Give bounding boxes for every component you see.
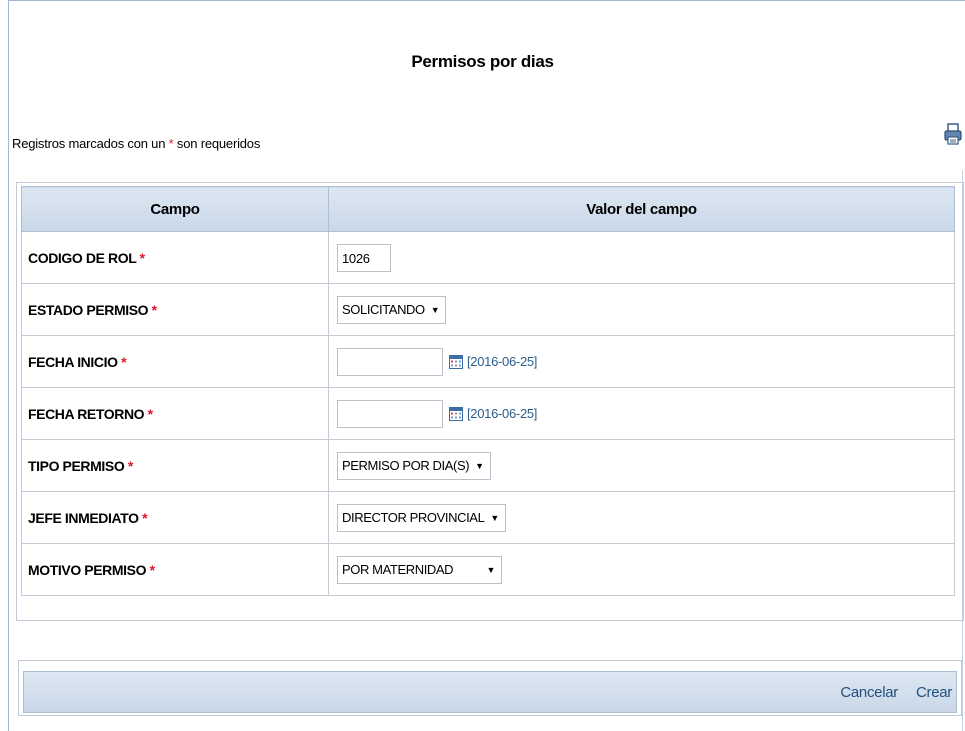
fecha-retorno-input[interactable] [337,399,443,428]
chevron-down-icon: ▼ [430,304,440,315]
create-button[interactable]: Crear [916,684,952,701]
tipo-permiso-label: TIPO PERMISO [28,457,125,474]
required-note-suffix: son requeridos [173,136,261,151]
codigo-de-rol-label-cell: CODIGO DE ROL * [21,231,329,284]
tipo-permiso-value-cell: PERMISO POR DIA(S) ▼ [328,439,955,492]
required-mark: * [139,249,145,266]
cancel-button[interactable]: Cancelar [840,684,898,701]
chevron-down-icon: ▼ [486,564,495,575]
footer-bar: Cancelar Crear [18,660,962,716]
chevron-down-icon: ▼ [490,512,499,523]
table-row: CODIGO DE ROL * 1026 [21,231,955,284]
column-header-campo: Campo [21,186,329,232]
fecha-inicio-value-cell: [2016-06-25] [328,335,955,388]
printer-icon[interactable] [944,122,962,146]
table-row: FECHA INICIO * [2016-06-25] [21,335,955,388]
jefe-inmediato-selected-value: DIRECTOR PROVINCIAL [342,510,485,525]
required-mark: * [142,509,148,526]
estado-permiso-label: ESTADO PERMISO [28,301,149,318]
jefe-inmediato-select[interactable]: DIRECTOR PROVINCIAL ▼ [337,503,506,532]
motivo-permiso-selected-value: POR MATERNIDAD [342,562,454,577]
page-title: Permisos por dias [411,52,554,71]
fecha-inicio-label-cell: FECHA INICIO * [21,335,329,388]
tipo-permiso-select[interactable]: PERMISO POR DIA(S) ▼ [337,451,491,480]
fecha-retorno-label-cell: FECHA RETORNO * [21,387,329,440]
fecha-inicio-label: FECHA INICIO [28,353,118,370]
jefe-inmediato-label-cell: JEFE INMEDIATO * [21,491,329,544]
required-mark: * [121,353,127,370]
form-grid: Campo Valor del campo CODIGO DE ROL * 102… [21,186,955,596]
table-row: JEFE INMEDIATO * DIRECTOR PROVINCIAL ▼ [21,491,955,544]
required-mark: * [151,301,157,318]
required-note: Registros marcados con un * son requerid… [12,136,260,151]
estado-permiso-value-cell: SOLICITANDO ▼ [328,283,955,336]
fecha-retorno-value-cell: [2016-06-25] [328,387,955,440]
codigo-de-rol-label: CODIGO DE ROL [28,249,137,266]
motivo-permiso-label: MOTIVO PERMISO [28,561,147,578]
fecha-retorno-date-hint: [2016-06-25] [467,406,538,421]
fecha-retorno-label: FECHA RETORNO [28,405,145,422]
required-mark: * [149,561,155,578]
grid-header-row: Campo Valor del campo [21,186,955,232]
required-mark: * [127,457,133,474]
jefe-inmediato-value-cell: DIRECTOR PROVINCIAL ▼ [328,491,955,544]
required-mark: * [147,405,153,422]
required-note-prefix: Registros marcados con un [12,136,169,151]
table-row: MOTIVO PERMISO * POR MATERNIDAD ▼ [21,543,955,596]
jefe-inmediato-label: JEFE INMEDIATO [28,509,139,526]
action-bar: Cancelar Crear [23,671,957,713]
form-grid-container: Campo Valor del campo CODIGO DE ROL * 102… [16,182,964,621]
calendar-icon[interactable] [449,354,463,369]
table-row: TIPO PERMISO * PERMISO POR DIA(S) ▼ [21,439,955,492]
motivo-permiso-label-cell: MOTIVO PERMISO * [21,543,329,596]
frame-left-border [8,0,9,731]
column-header-valor: Valor del campo [328,186,955,232]
estado-permiso-label-cell: ESTADO PERMISO * [21,283,329,336]
frame-top-border [8,0,965,1]
codigo-de-rol-input[interactable]: 1026 [337,243,391,272]
motivo-permiso-value-cell: POR MATERNIDAD ▼ [328,543,955,596]
estado-permiso-selected-value: SOLICITANDO [342,302,425,317]
chevron-down-icon: ▼ [475,460,484,471]
codigo-de-rol-value-cell: 1026 [328,231,955,284]
fecha-inicio-date-hint: [2016-06-25] [467,354,538,369]
tipo-permiso-label-cell: TIPO PERMISO * [21,439,329,492]
tipo-permiso-selected-value: PERMISO POR DIA(S) [342,458,470,473]
fecha-inicio-input[interactable] [337,347,443,376]
table-row: ESTADO PERMISO * SOLICITANDO ▼ [21,283,955,336]
motivo-permiso-select[interactable]: POR MATERNIDAD ▼ [337,555,502,584]
table-row: FECHA RETORNO * [2016-06-25] [21,387,955,440]
calendar-icon[interactable] [449,406,463,421]
estado-permiso-select[interactable]: SOLICITANDO ▼ [337,295,447,324]
grid-body: CODIGO DE ROL * 1026 ESTADO PERMISO * SOLIC… [21,231,955,596]
